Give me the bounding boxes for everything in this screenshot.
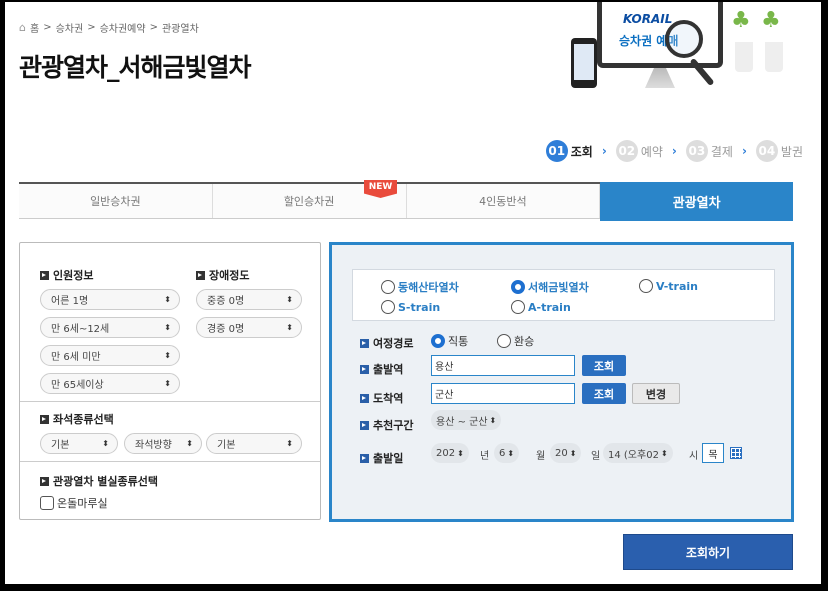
breadcrumb-item[interactable]: 관광열차	[162, 20, 199, 35]
train-type-group: 동해산타열차 서해금빛열차 V-train S-train A-train	[352, 269, 775, 321]
updown-icon: ⬍	[164, 379, 171, 388]
hero-illustration: KORAIL 승차권 예매 ♣ ♣	[565, 2, 815, 102]
departure-label: 출발역	[360, 361, 403, 377]
infant-select[interactable]: 만 6세 미만 ⬍	[40, 345, 180, 366]
plant-illustration	[735, 42, 753, 72]
updown-icon: ⬍	[286, 323, 293, 332]
radio-seohae-geumbit[interactable]: 서해금빛열차	[511, 279, 589, 295]
updown-icon: ⬍	[186, 439, 193, 448]
seat-heading: 좌석종류선택	[40, 411, 114, 427]
route-label: 여정경로	[360, 335, 413, 351]
arrow-box-icon	[360, 338, 369, 348]
date-label: 출발일	[360, 450, 403, 466]
ondol-checkbox[interactable]	[40, 496, 54, 510]
korail-logo: KORAIL	[623, 12, 673, 26]
phone-illustration	[571, 38, 597, 88]
updown-icon: ⬍	[164, 351, 171, 360]
step-payment: 03 결제	[685, 140, 733, 162]
tab-discount[interactable]: 할인승차권 NEW	[212, 180, 407, 218]
recommend-label: 추천구간	[360, 417, 413, 433]
arrow-box-icon	[360, 420, 369, 430]
passenger-heading: 인원정보	[40, 267, 93, 283]
departure-input[interactable]: 용산	[431, 355, 575, 376]
home-icon[interactable]: ⌂	[19, 21, 26, 34]
year-select[interactable]: 202 ⬍	[431, 443, 469, 463]
magnifier-icon	[665, 20, 703, 58]
hour-select[interactable]: 14 (오후02 ⬍	[603, 443, 673, 463]
page-frame: ⌂ 홈 > 승차권 > 승차권예약 > 관광열차 관광열차_서해금빛열차 KORAIL…	[5, 2, 821, 584]
updown-icon: ⬍	[102, 439, 109, 448]
updown-icon: ⬍	[507, 448, 515, 458]
recommend-select[interactable]: 용산 ~ 군산 ⬍	[431, 410, 502, 430]
seat-type-select[interactable]: 기본 ⬍	[40, 433, 118, 454]
seat-direction-select[interactable]: 좌석방향 ⬍	[124, 433, 202, 454]
tab-general[interactable]: 일반승차권	[19, 184, 213, 218]
radio-s-train[interactable]: S-train	[381, 300, 440, 314]
updown-icon: ⬍	[286, 295, 293, 304]
arrow-box-icon	[40, 270, 49, 280]
breadcrumb-item[interactable]: 홈	[30, 20, 39, 35]
arrow-box-icon	[360, 364, 369, 374]
mild-select[interactable]: 경증 0명 ⬍	[196, 317, 302, 338]
departure-search-button[interactable]: 조회	[582, 355, 626, 376]
updown-icon: ⬍	[457, 448, 464, 458]
swap-stations-button[interactable]: 변경	[632, 383, 680, 404]
breadcrumb-item[interactable]: 승차권	[56, 20, 84, 35]
arrow-box-icon	[360, 393, 369, 403]
breadcrumb: ⌂ 홈 > 승차권 > 승차권예약 > 관광열차	[19, 20, 199, 35]
arrow-box-icon	[360, 453, 369, 463]
radio-a-train[interactable]: A-train	[511, 300, 571, 314]
search-submit-button[interactable]: 조회하기	[623, 534, 793, 570]
arrow-box-icon	[40, 476, 49, 486]
options-panel: 인원정보 장애정도 어른 1명 ⬍ 중증 0명 ⬍ 만 6세~12세 ⬍ 경증 0명 ⬍…	[19, 242, 321, 520]
updown-icon: ⬍	[286, 439, 293, 448]
ondol-option[interactable]: 온돌마루실	[40, 495, 108, 511]
calendar-icon[interactable]	[730, 447, 742, 459]
senior-select[interactable]: 만 65세이상 ⬍	[40, 373, 180, 394]
adult-select[interactable]: 어른 1명 ⬍	[40, 289, 180, 310]
search-panel: 동해산타열차 서해금빛열차 V-train S-train A-train 여정…	[329, 242, 794, 522]
weekday-display: 목	[702, 443, 724, 463]
arrival-label: 도착역	[360, 390, 403, 406]
step-search: 01 조회	[545, 140, 593, 162]
severe-select[interactable]: 중증 0명 ⬍	[196, 289, 302, 310]
radio-direct[interactable]: 직통	[431, 333, 468, 349]
tab-four-seat[interactable]: 4인동반석	[406, 184, 601, 218]
updown-icon: ⬍	[164, 295, 171, 304]
radio-donghae-santa[interactable]: 동해산타열차	[381, 279, 459, 295]
room-heading: 관광열차 별실종류선택	[40, 473, 158, 489]
radio-transfer[interactable]: 환승	[497, 333, 534, 349]
child-select[interactable]: 만 6세~12세 ⬍	[40, 317, 180, 338]
arrow-box-icon	[196, 270, 205, 280]
updown-icon: ⬍	[164, 323, 171, 332]
arrival-search-button[interactable]: 조회	[582, 383, 626, 404]
updown-icon: ⬍	[660, 448, 668, 458]
breadcrumb-item[interactable]: 승차권예약	[100, 20, 146, 35]
new-badge: NEW	[363, 180, 398, 198]
chevron-right-icon: ›	[741, 144, 747, 158]
step-issue: 04 발권	[755, 140, 803, 162]
step-reserve: 02 예약	[615, 140, 663, 162]
arrow-box-icon	[40, 414, 49, 424]
month-select[interactable]: 6 ⬍	[494, 443, 520, 463]
updown-icon: ⬍	[569, 448, 577, 458]
plant-illustration	[765, 42, 783, 72]
tab-tourist-train[interactable]: 관광열차	[600, 182, 793, 221]
radio-v-train[interactable]: V-train	[639, 279, 698, 293]
updown-icon: ⬍	[489, 415, 497, 425]
progress-steps: 01 조회 › 02 예약 › 03 결제 › 04 발권	[545, 140, 803, 162]
arrival-input[interactable]: 군산	[431, 383, 575, 404]
page-title: 관광열차_서해금빛열차	[19, 53, 252, 82]
ticket-tabs: 일반승차권 할인승차권 NEW 4인동반석 관광열차	[19, 180, 793, 221]
seat-option-select[interactable]: 기본 ⬍	[206, 433, 302, 454]
chevron-right-icon: ›	[671, 144, 677, 158]
chevron-right-icon: ›	[601, 144, 607, 158]
day-select[interactable]: 20 ⬍	[550, 443, 582, 463]
disability-heading: 장애정도	[196, 267, 249, 283]
